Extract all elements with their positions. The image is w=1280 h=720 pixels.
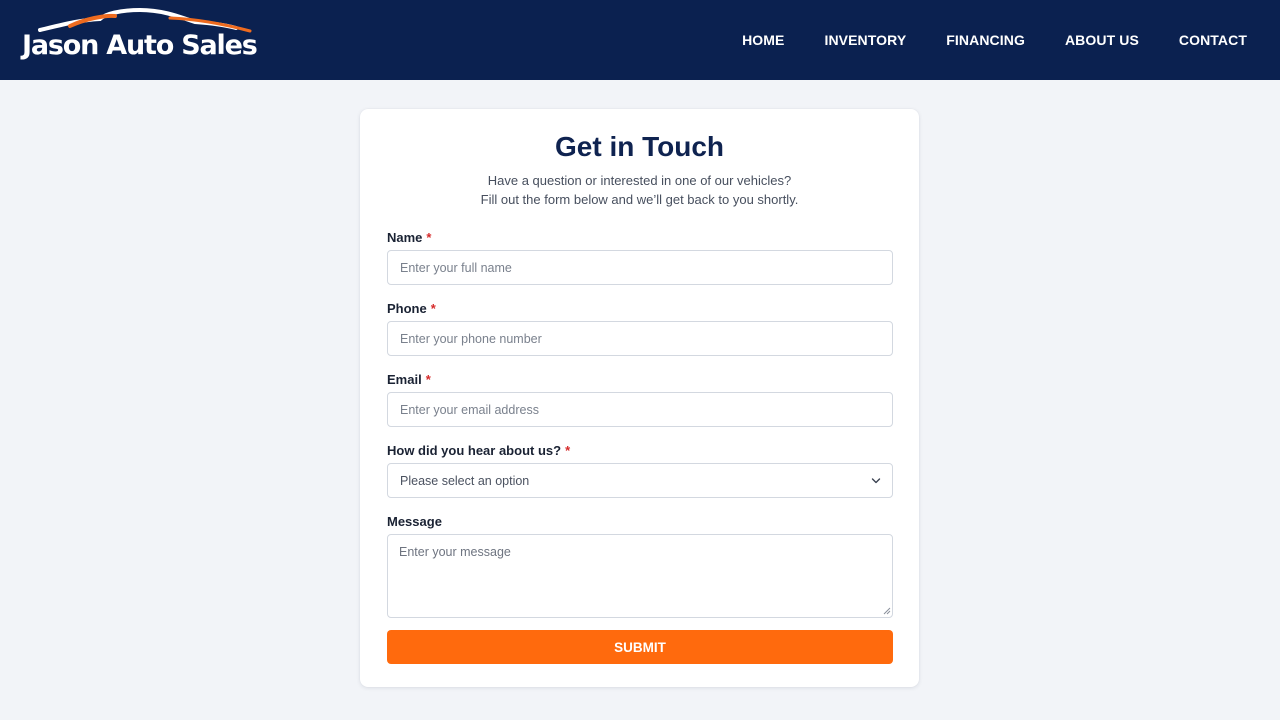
form-subtitle-line-2: Fill out the form below and we’ll get ba… — [480, 192, 799, 207]
form-subtitle-line-1: Have a question or interested in one of … — [487, 173, 792, 188]
chevron-down-icon — [871, 478, 881, 484]
source-label-text: How did you hear about us? — [387, 443, 562, 458]
brand-logo[interactable]: Jason Auto Sales — [20, 6, 260, 74]
phone-label-text: Phone — [387, 301, 427, 316]
message-label: Message — [387, 514, 442, 529]
nav-contact[interactable]: CONTACT — [1179, 32, 1247, 48]
name-label-text: Name — [387, 230, 423, 245]
name-label: Name * — [387, 230, 431, 245]
email-label: Email * — [387, 372, 431, 387]
nav-financing[interactable]: FINANCING — [946, 32, 1025, 48]
submit-button[interactable]: SUBMIT — [387, 630, 893, 664]
main-nav: HOME INVENTORY FINANCING ABOUT US CONTAC… — [742, 0, 1247, 80]
phone-label: Phone * — [387, 301, 436, 316]
nav-about-us[interactable]: ABOUT US — [1065, 32, 1139, 48]
required-marker: * — [430, 301, 436, 316]
resize-grip-icon[interactable] — [883, 607, 891, 615]
source-select[interactable]: Please select an option — [387, 463, 893, 498]
required-marker: * — [565, 443, 571, 458]
form-title: Get in Touch — [554, 131, 725, 162]
required-marker: * — [425, 372, 431, 387]
nav-home[interactable]: HOME — [742, 32, 784, 48]
message-textarea[interactable] — [387, 534, 893, 618]
source-select-value: Please select an option — [400, 473, 530, 488]
source-label: How did you hear about us? * — [387, 443, 570, 458]
contact-form-card: Get in Touch Have a question or interest… — [360, 109, 919, 687]
email-label-text: Email — [387, 372, 422, 387]
required-marker: * — [426, 230, 432, 245]
site-header: Jason Auto Sales HOME INVENTORY FINANCIN… — [0, 0, 1280, 80]
phone-input[interactable] — [387, 321, 893, 356]
nav-inventory[interactable]: INVENTORY — [824, 32, 906, 48]
message-label-text: Message — [387, 514, 442, 529]
email-input[interactable] — [387, 392, 893, 427]
name-input[interactable] — [387, 250, 893, 285]
brand-name: Jason Auto Sales — [22, 30, 258, 61]
